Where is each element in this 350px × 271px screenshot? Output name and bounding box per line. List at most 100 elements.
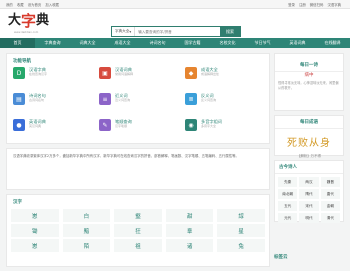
nav-idioms[interactable]: 成语大全 <box>105 38 140 48</box>
hanzi-panel-title: 汉字 <box>13 200 22 205</box>
function-desc: 常用词语解释 <box>115 72 134 76</box>
poem-title[interactable]: 病中 <box>275 72 343 78</box>
hanzi-cell[interactable]: 白 <box>62 209 111 222</box>
top-link-dictionary[interactable]: 汉语字典 <box>327 3 341 7</box>
hanzi-cell[interactable]: 諄 <box>217 209 265 222</box>
nav-translate[interactable]: 在线翻译 <box>315 38 350 48</box>
hanzi-cell[interactable]: 锄 <box>11 224 59 237</box>
poet-era[interactable]: 唐代 <box>320 189 340 199</box>
daily-idiom-title: 每日成语 <box>275 116 343 129</box>
idiom-text[interactable]: 死败从身 <box>275 134 343 149</box>
top-link-homepage[interactable]: 设为首页 <box>28 3 42 7</box>
top-link-wechat[interactable]: 微信扫码 <box>310 3 324 7</box>
hanzi-cell[interactable]: 祖 <box>114 239 162 252</box>
function-icon: ◆ <box>185 67 197 79</box>
top-bar-right: 登录 注册 微信扫码 汉语字典 <box>288 2 344 7</box>
top-bar: 我的 收藏 设为首页 加入收藏 登录 注册 微信扫码 汉语字典 <box>0 0 350 9</box>
top-bar-left: 我的 收藏 设为首页 加入收藏 <box>6 2 62 7</box>
top-link-favorites[interactable]: 收藏 <box>17 3 24 7</box>
poet-era[interactable]: 明代 <box>299 213 319 223</box>
top-link-mine[interactable]: 我的 <box>6 3 13 7</box>
poet-era[interactable]: 魏晋 <box>320 177 340 187</box>
nav-word-dictionary[interactable]: 词典大全 <box>70 38 105 48</box>
poets-grid: 先秦 两汉 魏晋南北朝 隋代 唐代五代 宋代 金朝元代 明代 清代 <box>275 174 343 226</box>
hanzi-cell[interactable]: 崽 <box>11 209 59 222</box>
daily-poem-title: 每日一诗 <box>275 59 343 72</box>
hanzi-cell[interactable]: 黯 <box>62 224 111 237</box>
function-item[interactable]: D 汉语字典 在线查询汉字 <box>13 67 93 89</box>
hanzi-cell[interactable]: 兔 <box>217 239 265 252</box>
poet-era[interactable]: 五代 <box>278 201 298 211</box>
search-type-select[interactable]: 字典大全 ▾ <box>112 27 136 36</box>
function-desc: 汉字笔顺 <box>115 124 128 128</box>
nav-poetry[interactable]: 诗词名句 <box>140 38 175 48</box>
top-link-add-favorite[interactable]: 加入收藏 <box>45 3 59 7</box>
search-bar: 字典大全▾ 搜索 <box>111 26 241 37</box>
function-item[interactable]: ▣ 汉语词典 常用词语解释 <box>99 67 179 89</box>
function-desc: 古诗词名句 <box>29 98 45 102</box>
header: 大 字 典 www.dazidian.com 字典大全▾ 搜索 <box>0 9 350 38</box>
function-desc: 成语解释出处 <box>201 72 220 76</box>
function-icon: ≣ <box>185 93 197 105</box>
logo-subtitle: www.dazidian.com <box>14 31 39 34</box>
function-item[interactable]: ≣ 反义词 反义词查询 <box>185 93 265 115</box>
function-item[interactable]: ✎ 笔顺查询 汉字笔顺 <box>99 119 179 141</box>
function-item[interactable]: ◆ 成语大全 成语解释出处 <box>185 67 265 89</box>
poets-title: 古今诗人 <box>275 161 343 174</box>
function-panel: 功能导航 D 汉语字典 在线查询汉字 ▣ 汉语词典 常用词语解释 ◆ 成语大全 成语解释出处 ▤ 诗… <box>6 53 270 144</box>
daily-poem-box: 每日一诗 病中 怪得寻常淡无味，心神滋味淡无来，闲里偏从药裹开。 <box>274 53 344 111</box>
poets-box: 古今诗人 先秦 两汉 魏晋南北朝 隋代 唐代五代 宋代 金朝元代 明代 清代 <box>274 160 344 223</box>
function-icon: ▣ <box>99 67 111 79</box>
sidebar: 每日一诗 病中 怪得寻常淡无味，心神滋味淡无来，闲里偏从药裹开。 每日成语 死败… <box>274 53 344 226</box>
main-column: 功能导航 D 汉语字典 在线查询汉字 ▣ 汉语词典 常用词语解释 ◆ 成语大全 成语解释出处 ▤ 诗… <box>6 53 270 271</box>
hanzi-grid: 崽白壑甜諄锄黯狂羣星崽陌祖诸兔 <box>7 207 269 254</box>
function-panel-title: 功能导航 <box>13 59 31 64</box>
top-link-login[interactable]: 登录 <box>288 3 295 7</box>
search-type-label: 字典大全 <box>115 29 130 33</box>
poet-era[interactable]: 两汉 <box>299 177 319 187</box>
poet-era[interactable]: 先秦 <box>278 177 298 187</box>
site-logo[interactable]: 大 字 典 www.dazidian.com <box>8 13 50 35</box>
search-input[interactable] <box>135 27 220 36</box>
hanzi-cell[interactable]: 陌 <box>62 239 111 252</box>
hanzi-cell[interactable]: 羣 <box>165 224 214 237</box>
function-desc: 近义词查询 <box>115 98 131 102</box>
poet-era[interactable]: 隋代 <box>299 189 319 199</box>
function-item[interactable]: ≡ 近义词 近义词查询 <box>99 93 179 115</box>
poet-era[interactable]: 南北朝 <box>278 189 298 199</box>
daily-idiom-box: 每日成语 死败从身 【解析】万不得 <box>274 115 344 158</box>
poet-era[interactable]: 金朝 <box>320 201 340 211</box>
poet-era[interactable]: 宋代 <box>299 201 319 211</box>
tag-cloud-title: 标签云 <box>274 255 288 260</box>
nav-char-dictionary[interactable]: 字典查询 <box>35 38 70 48</box>
function-item[interactable]: ● 英语词典 英汉词典 <box>13 119 93 141</box>
hanzi-cell[interactable]: 星 <box>217 224 265 237</box>
function-item[interactable]: ▤ 诗词名句 古诗词名句 <box>13 93 93 115</box>
hanzi-cell[interactable]: 甜 <box>165 209 214 222</box>
poet-era[interactable]: 元代 <box>278 213 298 223</box>
function-icon: ● <box>13 119 25 131</box>
intro-text: 汉语字典收录繁体汉字2万多个，囊括新华字典中所有汉字，新华字典可在线查询汉字的拼… <box>13 154 239 158</box>
search-button[interactable]: 搜索 <box>220 27 240 36</box>
nav-festivals[interactable]: 节日节气 <box>245 38 280 48</box>
nav-classics[interactable]: 国学古籍 <box>175 38 210 48</box>
poet-era[interactable]: 清代 <box>320 213 340 223</box>
function-desc: 多音字大全 <box>201 124 217 128</box>
hanzi-cell[interactable]: 崽 <box>11 239 59 252</box>
logo-char-3: 典 <box>36 13 50 28</box>
function-item[interactable]: ◉ 多音字组词 多音字大全 <box>185 119 265 141</box>
hanzi-cell[interactable]: 壑 <box>114 209 162 222</box>
nav-english-dictionary[interactable]: 英语词典 <box>280 38 315 48</box>
nav-school-culture[interactable]: 名校文化 <box>210 38 245 48</box>
logo-char-1: 大 <box>8 13 22 28</box>
function-icon: D <box>13 67 25 79</box>
function-icon: ≡ <box>99 93 111 105</box>
function-desc: 英汉词典 <box>29 124 42 128</box>
nav-home[interactable]: 首页 <box>0 38 35 48</box>
intro-panel: 汉语字典收录繁体汉字2万多个，囊括新华字典中所有汉字，新华字典可在线查询汉字的拼… <box>6 148 270 190</box>
function-desc: 在线查询汉字 <box>29 72 48 76</box>
top-link-register[interactable]: 注册 <box>299 3 306 7</box>
function-icon: ▤ <box>13 93 25 105</box>
hanzi-cell[interactable]: 狂 <box>114 224 162 237</box>
hanzi-cell[interactable]: 诸 <box>165 239 214 252</box>
